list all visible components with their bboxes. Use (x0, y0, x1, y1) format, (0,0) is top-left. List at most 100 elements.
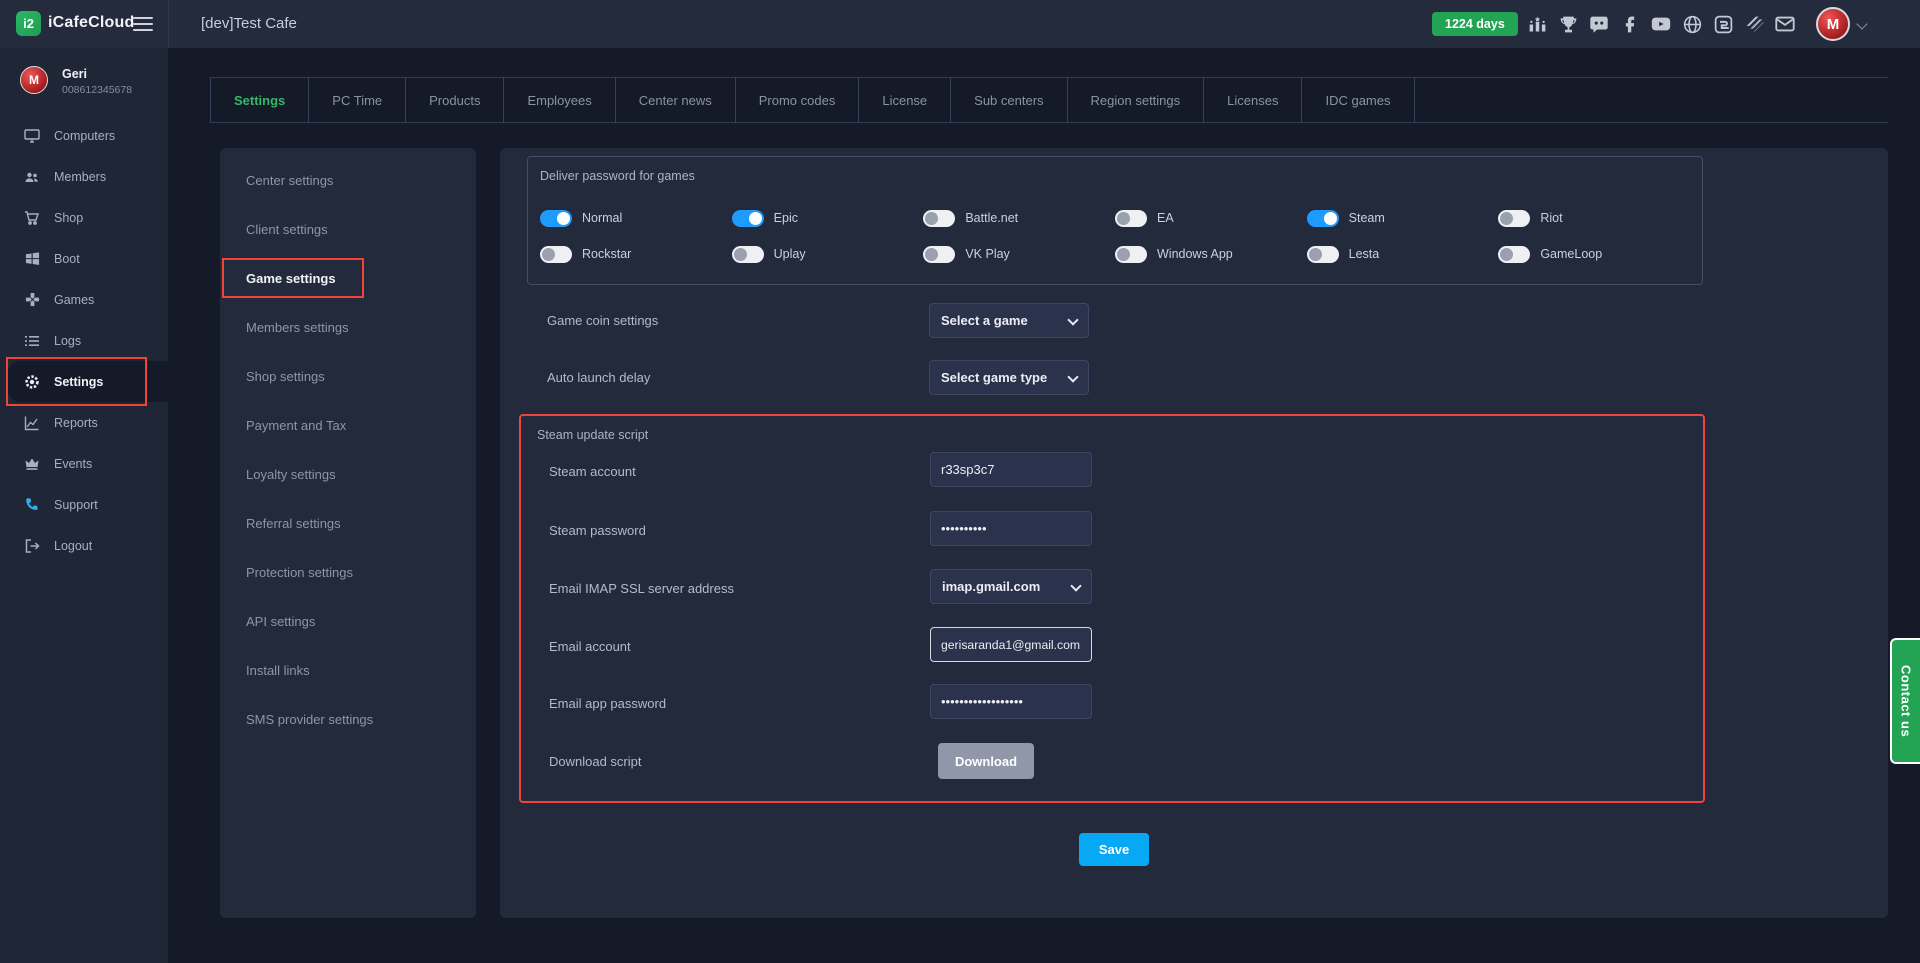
trophy-icon[interactable] (1557, 13, 1579, 35)
auto-launch-select[interactable]: Select game type (929, 360, 1089, 395)
toggle-switch[interactable] (923, 210, 955, 227)
sidebar-item-logout[interactable]: Logout (0, 525, 168, 566)
tab-licenses[interactable]: Licenses (1204, 78, 1302, 122)
sidebar-item-support[interactable]: Support (0, 484, 168, 525)
sidebar-item-label: Games (54, 293, 94, 307)
youtube-icon[interactable] (1650, 13, 1672, 35)
toggle-battlenet: Battle.net (923, 200, 1115, 236)
toggle-switch[interactable] (732, 210, 764, 227)
tab-idc-games[interactable]: IDC games (1302, 78, 1414, 122)
submenu-center-settings[interactable]: Center settings (220, 156, 476, 205)
gear-icon (24, 374, 40, 390)
steam-account-input[interactable] (930, 452, 1092, 487)
chevron-down-icon (1067, 314, 1078, 325)
user-avatar[interactable]: M (1816, 7, 1850, 41)
toggle-switch[interactable] (1115, 246, 1147, 263)
toggle-lesta: Lesta (1307, 236, 1499, 272)
facebook-icon[interactable] (1619, 13, 1641, 35)
submenu-protection-settings[interactable]: Protection settings (220, 548, 476, 597)
sidebar-item-events[interactable]: Events (0, 443, 168, 484)
toggle-switch[interactable] (923, 246, 955, 263)
user-name: Geri (62, 67, 87, 81)
globe-icon[interactable] (1681, 13, 1703, 35)
sidebar-item-logs[interactable]: Logs (0, 320, 168, 361)
layers-icon[interactable] (1743, 13, 1765, 35)
email-app-password-label: Email app password (549, 696, 666, 711)
toggle-switch[interactable] (540, 246, 572, 263)
toggle-rockstar: Rockstar (540, 236, 732, 272)
toggle-switch[interactable] (732, 246, 764, 263)
sidebar-item-boot[interactable]: Boot (0, 238, 168, 279)
sidebar-item-shop[interactable]: Shop (0, 197, 168, 238)
steam-password-input[interactable] (930, 511, 1092, 546)
submenu-game-settings[interactable]: Game settings (220, 254, 476, 303)
submenu-referral-settings[interactable]: Referral settings (220, 499, 476, 548)
settings-tabbar: Settings PC Time Products Employees Cent… (210, 77, 1888, 123)
submenu-shop-settings[interactable]: Shop settings (220, 352, 476, 401)
sidebar-item-computers[interactable]: Computers (0, 115, 168, 156)
submenu-install-links[interactable]: Install links (220, 646, 476, 695)
submenu-api-settings[interactable]: API settings (220, 597, 476, 646)
settings-submenu: Center settings Client settings Game set… (220, 148, 476, 918)
sidebar-item-reports[interactable]: Reports (0, 402, 168, 443)
sidebar-item-members[interactable]: Members (0, 156, 168, 197)
icafecloud-icon[interactable] (1712, 13, 1734, 35)
chevron-down-icon (1067, 371, 1078, 382)
tab-settings[interactable]: Settings (210, 78, 309, 122)
game-coin-settings-label: Game coin settings (547, 313, 658, 328)
email-account-input[interactable] (930, 627, 1092, 662)
members-icon (24, 169, 40, 185)
toggle-gameloop: GameLoop (1498, 236, 1690, 272)
crown-icon (24, 456, 40, 472)
toggle-epic: Epic (732, 200, 924, 236)
toggle-vk-play: VK Play (923, 236, 1115, 272)
submenu-members-settings[interactable]: Members settings (220, 303, 476, 352)
save-button[interactable]: Save (1079, 833, 1149, 866)
submenu-sms-provider-settings[interactable]: SMS provider settings (220, 695, 476, 744)
chart-icon (24, 415, 40, 431)
toggle-switch[interactable] (540, 210, 572, 227)
ranking-icon[interactable] (1526, 13, 1548, 35)
toggle-switch[interactable] (1115, 210, 1147, 227)
tab-region-settings[interactable]: Region settings (1068, 78, 1205, 122)
mail-icon[interactable] (1774, 13, 1796, 35)
tab-sub-centers[interactable]: Sub centers (951, 78, 1067, 122)
email-imap-select[interactable]: imap.gmail.com (930, 569, 1092, 604)
subscription-days-badge[interactable]: 1224 days (1432, 12, 1518, 36)
toggle-switch[interactable] (1307, 246, 1339, 263)
menu-toggle-icon[interactable] (133, 17, 153, 31)
tab-center-news[interactable]: Center news (616, 78, 736, 122)
tab-pc-time[interactable]: PC Time (309, 78, 406, 122)
email-app-password-input[interactable] (930, 684, 1092, 719)
sidebar-item-games[interactable]: Games (0, 279, 168, 320)
deliver-password-fieldset: Deliver password for games Normal Epic B… (527, 156, 1703, 285)
download-button[interactable]: Download (938, 743, 1034, 779)
tab-employees[interactable]: Employees (504, 78, 615, 122)
sidebar-item-label: Events (54, 457, 92, 471)
email-imap-label: Email IMAP SSL server address (549, 581, 734, 596)
toggle-switch[interactable] (1498, 246, 1530, 263)
discord-icon[interactable] (1588, 13, 1610, 35)
toggle-switch[interactable] (1498, 210, 1530, 227)
sidebar-avatar[interactable]: M (20, 66, 48, 94)
header-divider (168, 0, 169, 48)
submenu-loyalty-settings[interactable]: Loyalty settings (220, 450, 476, 499)
tab-promo-codes[interactable]: Promo codes (736, 78, 860, 122)
steam-update-legend: Steam update script (537, 428, 648, 442)
contact-us-tab[interactable]: Contact us (1890, 638, 1920, 764)
submenu-client-settings[interactable]: Client settings (220, 205, 476, 254)
toggle-switch[interactable] (1307, 210, 1339, 227)
chevron-down-icon[interactable] (1856, 18, 1867, 29)
toggle-steam: Steam (1307, 200, 1499, 236)
game-coin-select[interactable]: Select a game (929, 303, 1089, 338)
steam-password-label: Steam password (549, 523, 646, 538)
tab-products[interactable]: Products (406, 78, 504, 122)
sidebar-item-settings[interactable]: Settings (8, 361, 168, 402)
auto-launch-delay-label: Auto launch delay (547, 370, 650, 385)
gamepad-icon (24, 292, 40, 308)
toggle-windows-app: Windows App (1115, 236, 1307, 272)
tab-license[interactable]: License (859, 78, 951, 122)
sidebar-item-label: Support (54, 498, 98, 512)
submenu-payment-and-tax[interactable]: Payment and Tax (220, 401, 476, 450)
list-icon (24, 333, 40, 349)
